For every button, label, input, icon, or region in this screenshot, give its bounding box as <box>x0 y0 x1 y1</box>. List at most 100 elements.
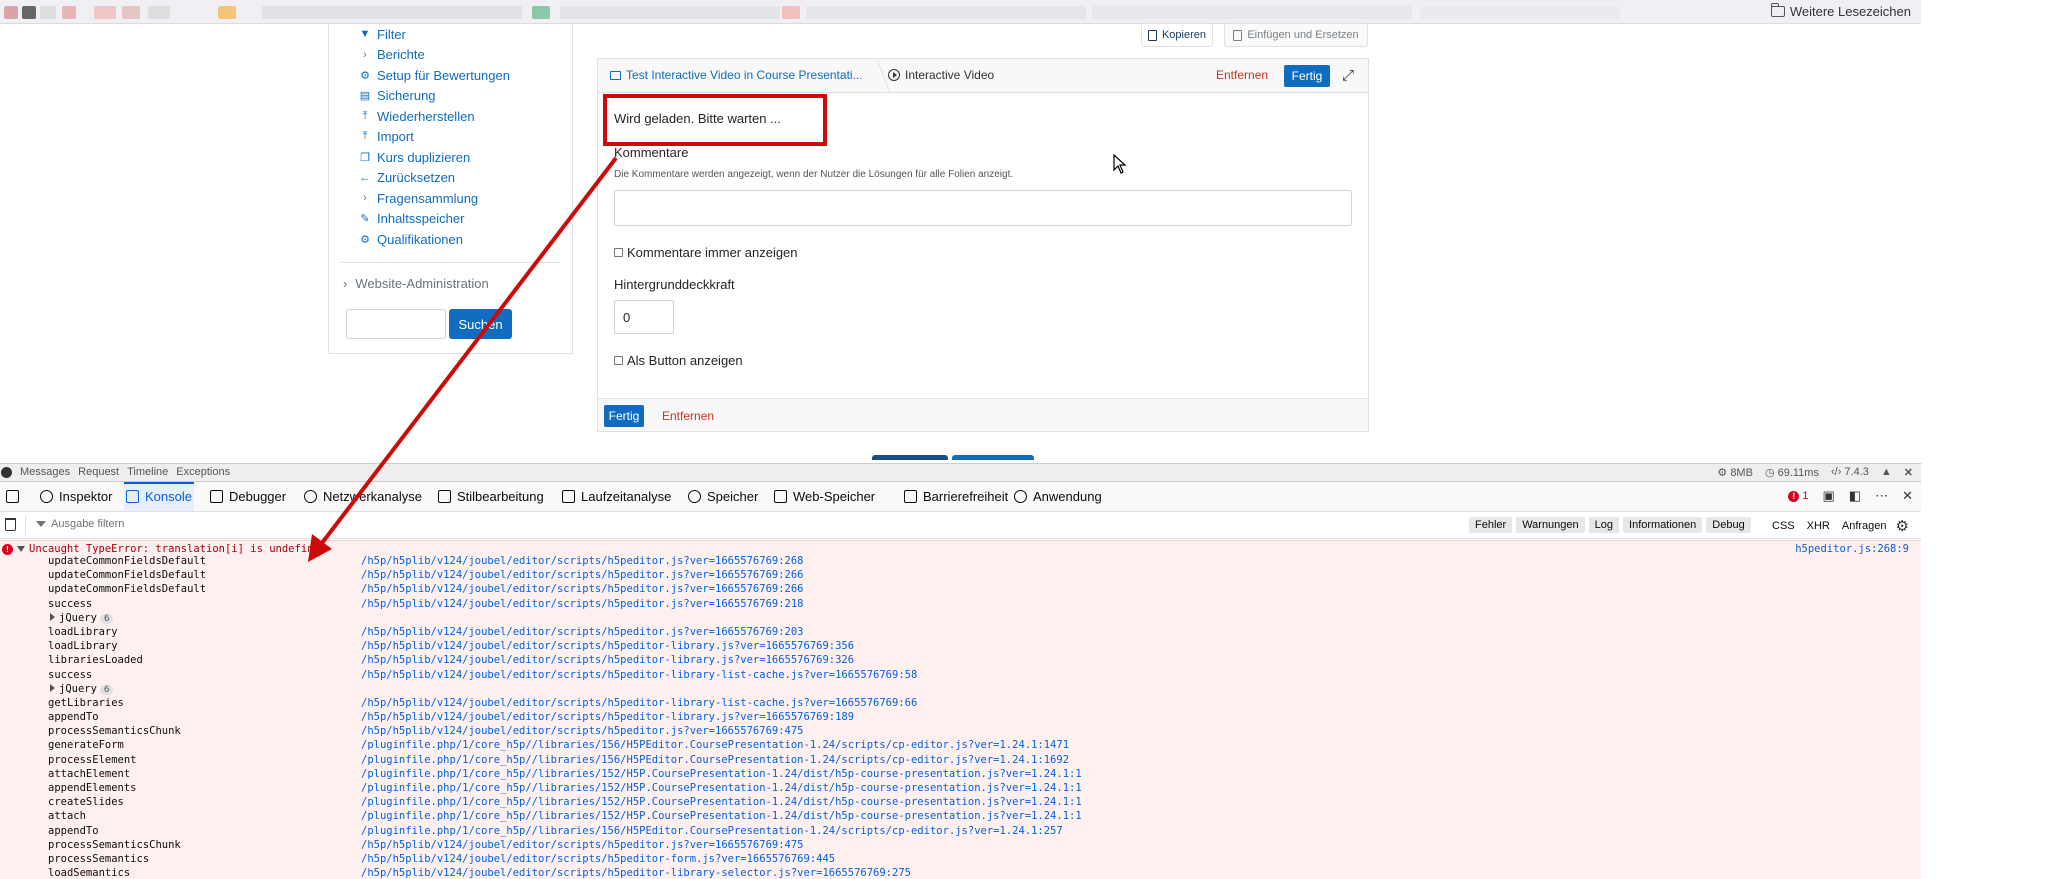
nav-item[interactable]: ❐ Kurs duplizieren <box>359 147 510 168</box>
bookmark-favicon[interactable] <box>532 6 550 19</box>
devtools-tab[interactable]: Konsole <box>124 482 194 511</box>
dock-icon[interactable]: ◧ <box>1849 488 1861 504</box>
devtools-tab[interactable]: Anwendung <box>1012 482 1104 511</box>
remove-button[interactable]: Entfernen <box>1216 68 1268 82</box>
bookmark-favicon[interactable] <box>22 6 36 19</box>
trash-icon[interactable] <box>5 518 16 531</box>
error-counter[interactable]: ! 1 <box>1788 490 1809 502</box>
frame-source-link[interactable]: /h5p/h5plib/v124/joubel/editor/scripts/h… <box>361 598 804 610</box>
frame-source-link[interactable]: /h5p/h5plib/v124/joubel/editor/scripts/h… <box>361 867 911 879</box>
frame-source-link[interactable]: /h5p/h5plib/v124/joubel/editor/scripts/h… <box>361 640 854 652</box>
admin-search-input[interactable] <box>346 309 446 339</box>
frame-source-link[interactable]: /pluginfile.php/1/core_h5p//libraries/15… <box>361 796 1082 808</box>
frame-source-link[interactable]: /h5p/h5plib/v124/joubel/editor/scripts/h… <box>361 853 835 865</box>
expand-triangle-icon[interactable] <box>50 612 55 621</box>
log-level-toggle[interactable]: Warnungen <box>1516 517 1585 533</box>
submit-button-partial[interactable] <box>952 455 1034 460</box>
frame-source-link[interactable]: /pluginfile.php/1/core_h5p//libraries/15… <box>361 782 1082 794</box>
debugbar-tab[interactable]: Timeline <box>127 466 168 478</box>
nav-item[interactable]: › Berichte <box>359 45 510 66</box>
breadcrumb-parent[interactable]: Test Interactive Video in Course Present… <box>610 68 863 82</box>
log-level-toggle[interactable]: Informationen <box>1623 517 1703 533</box>
nav-item[interactable]: ⤒ Import <box>359 127 510 148</box>
frame-source-link[interactable]: /pluginfile.php/1/core_h5p//libraries/15… <box>361 825 1063 837</box>
frame-source-link[interactable]: /pluginfile.php/1/core_h5p//libraries/15… <box>361 754 1069 766</box>
frame-group[interactable]: jQuery 6 <box>50 683 114 695</box>
bg-opacity-input[interactable]: 0 <box>614 300 674 334</box>
nav-item[interactable]: ⚙ Qualifikationen <box>359 229 510 250</box>
always-show-comments-row[interactable]: Kommentare immer anzeigen <box>614 245 798 260</box>
close-icon[interactable]: ✕ <box>1904 466 1913 479</box>
footer-done-button[interactable]: Fertig <box>604 405 644 427</box>
bookmark-item[interactable] <box>262 6 522 19</box>
nav-item[interactable]: ⚙ Setup für Bewertungen <box>359 65 510 86</box>
php-version-stat[interactable]: ‹/› 7.4.3 <box>1831 466 1869 479</box>
devtools-tab[interactable]: Debugger <box>208 482 288 511</box>
element-picker-button[interactable] <box>4 482 21 511</box>
bookmark-item[interactable] <box>806 6 1086 19</box>
collapse-icon[interactable]: ▲ <box>1881 466 1892 479</box>
bookmark-favicon[interactable] <box>40 6 56 19</box>
devtools-tab[interactable]: Stilbearbeitung <box>436 482 546 511</box>
search-button[interactable]: Suchen <box>449 309 512 339</box>
log-level-toggle[interactable]: Debug <box>1706 517 1751 533</box>
request-filter-toggle[interactable]: XHR <box>1804 518 1833 534</box>
bookmark-favicon[interactable] <box>782 6 800 19</box>
site-admin-item[interactable]: › Website-Administration <box>343 276 489 291</box>
other-bookmarks-button[interactable]: Weitere Lesezeichen <box>1770 3 1911 19</box>
memory-stat[interactable]: ⚙ 8MB <box>1717 466 1753 479</box>
devtools-tab[interactable]: Web-Speicher <box>772 482 877 511</box>
show-as-button-checkbox[interactable] <box>614 356 623 365</box>
frame-source-link[interactable]: /h5p/h5plib/v124/joubel/editor/scripts/h… <box>361 669 917 681</box>
log-level-toggle[interactable]: Fehler <box>1469 517 1513 533</box>
paste-replace-button[interactable]: Einfügen und Ersetzen <box>1224 23 1368 47</box>
error-message-row[interactable]: ! Uncaught TypeError: translation[i] is … <box>2 543 326 555</box>
responsive-design-icon[interactable]: ▣ <box>1823 488 1835 504</box>
footer-remove-button[interactable]: Entfernen <box>662 409 714 423</box>
nav-item[interactable]: ✎ Inhaltsspeicher <box>359 209 510 230</box>
show-as-button-row[interactable]: Als Button anzeigen <box>614 353 743 368</box>
nav-item[interactable]: ← Zurücksetzen <box>359 168 510 189</box>
frame-source-link[interactable]: /h5p/h5plib/v124/joubel/editor/scripts/h… <box>361 626 804 638</box>
error-source-link[interactable]: h5peditor.js:268:9 <box>1795 543 1909 555</box>
devtools-tab[interactable]: Speicher <box>686 482 760 511</box>
expand-triangle-icon[interactable] <box>50 683 55 692</box>
frame-source-link[interactable]: /h5p/h5plib/v124/joubel/editor/scripts/h… <box>361 569 804 581</box>
frame-source-link[interactable]: /pluginfile.php/1/core_h5p//libraries/15… <box>361 739 1069 751</box>
devtools-tab[interactable]: Inspektor <box>38 482 114 511</box>
bookmark-favicon[interactable] <box>4 6 18 19</box>
frame-source-link[interactable]: /h5p/h5plib/v124/joubel/editor/scripts/h… <box>361 725 804 737</box>
bookmark-favicon[interactable] <box>94 6 116 19</box>
request-filter-toggle[interactable]: CSS <box>1769 518 1798 534</box>
devtools-tab[interactable]: Netzwerkanalyse <box>302 482 424 511</box>
frame-source-link[interactable]: /pluginfile.php/1/core_h5p//libraries/15… <box>361 810 1082 822</box>
time-stat[interactable]: ◷ 69.11ms <box>1765 466 1819 479</box>
nav-item[interactable]: › Fragensammlung <box>359 188 510 209</box>
bookmark-favicon[interactable] <box>218 6 236 19</box>
frame-source-link[interactable]: /h5p/h5plib/v124/joubel/editor/scripts/h… <box>361 654 854 666</box>
save-button-partial[interactable] <box>872 455 948 460</box>
nav-item[interactable]: ▤ Sicherung <box>359 86 510 107</box>
bookmark-favicon[interactable] <box>62 6 76 19</box>
bookmark-item[interactable] <box>560 6 780 19</box>
always-show-comments-checkbox[interactable] <box>614 248 623 257</box>
bookmark-favicon[interactable] <box>122 6 140 19</box>
frame-source-link[interactable]: /h5p/h5plib/v124/joubel/editor/scripts/h… <box>361 555 804 567</box>
frame-source-link[interactable]: /pluginfile.php/1/core_h5p//libraries/15… <box>361 768 1082 780</box>
gear-icon[interactable]: ⚙ <box>1896 517 1909 535</box>
devtools-tab[interactable]: Laufzeitanalyse <box>560 482 673 511</box>
frame-source-link[interactable]: /h5p/h5plib/v124/joubel/editor/scripts/h… <box>361 583 804 595</box>
done-button[interactable]: Fertig <box>1284 65 1330 87</box>
bookmark-item[interactable] <box>1092 6 1412 19</box>
comments-field[interactable] <box>614 190 1352 226</box>
debugbar-tab[interactable]: Messages <box>20 466 70 478</box>
expand-triangle-icon[interactable] <box>17 546 25 552</box>
expand-icon[interactable]: ⤢ <box>1342 67 1354 84</box>
log-level-toggle[interactable]: Log <box>1588 517 1620 533</box>
debugbar-logo-icon[interactable] <box>1 467 12 478</box>
more-menu-icon[interactable]: ⋯ <box>1875 488 1888 504</box>
devtools-tab[interactable]: Barrierefreiheit <box>902 482 1010 511</box>
frame-source-link[interactable]: /h5p/h5plib/v124/joubel/editor/scripts/h… <box>361 711 854 723</box>
frame-group[interactable]: jQuery 6 <box>50 612 114 624</box>
nav-item[interactable]: ▼ Filter <box>359 24 510 45</box>
